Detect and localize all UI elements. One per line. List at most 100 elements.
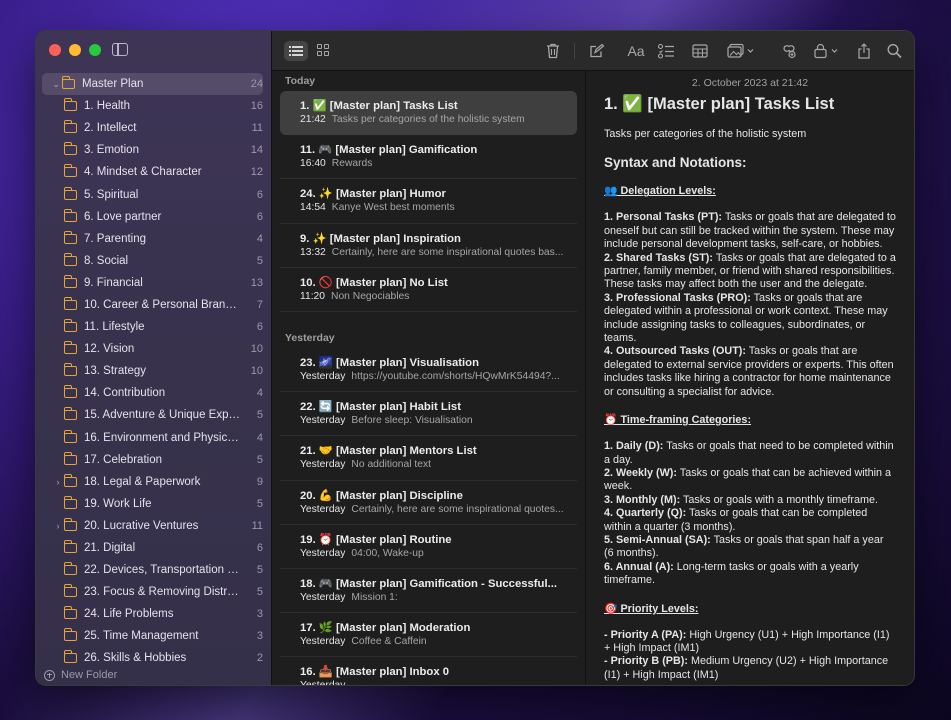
- sidebar-folder-item[interactable]: 14. Contribution 4: [42, 382, 263, 404]
- note-list-item[interactable]: 22. 🔄 [Master plan] Habit List Yesterday B…: [280, 392, 577, 437]
- note-list-item[interactable]: 11. 🎮 [Master plan] Gamification 16:40 Rew…: [280, 135, 577, 180]
- sidebar-folder-item[interactable]: 19. Work Life 5: [42, 493, 263, 515]
- note-item-time: Yesterday: [300, 459, 346, 471]
- note-list-item[interactable]: 18. 🎮 [Master plan] Gamification - Succe…: [280, 569, 577, 614]
- folder-icon: [63, 540, 77, 554]
- folder-icon: [63, 517, 77, 531]
- zoom-window-button[interactable]: [89, 44, 101, 56]
- sidebar-folder-item[interactable]: 15. Adventure & Unique Exper... 5: [42, 404, 263, 426]
- timeframe-item: 3. Monthly (M): Tasks or goals with a mo…: [604, 494, 896, 507]
- gallery-view-icon[interactable]: [317, 44, 329, 56]
- folder-count: 4: [256, 232, 263, 245]
- sidebar-folder-item[interactable]: 24. Life Problems 3: [42, 603, 263, 625]
- sidebar-folder-item[interactable]: 4. Mindset & Character 12: [42, 161, 263, 183]
- delegation-list: 1. Personal Tasks (PT): Tasks or goals t…: [604, 211, 896, 399]
- folder-icon: [63, 230, 77, 244]
- sidebar-folder-item[interactable]: 22. Devices, Transportation &... 5: [42, 559, 263, 581]
- media-icon[interactable]: [727, 42, 755, 60]
- folder-icon: [63, 164, 77, 178]
- folder-count: 4: [256, 431, 263, 444]
- folder-count: 11: [251, 519, 263, 532]
- note-list-item[interactable]: 21. 🤝 [Master plan] Mentors List Yesterda…: [280, 436, 577, 481]
- chevron-icon[interactable]: ⌄: [50, 79, 62, 90]
- timeframe-item: 5. Semi-Annual (SA): Tasks or goals that…: [604, 534, 896, 561]
- sidebar-folder-item[interactable]: 10. Career & Personal Branding 7: [42, 294, 263, 316]
- search-icon[interactable]: [887, 42, 902, 60]
- folder-count: 9: [256, 475, 263, 488]
- folder-count: 5: [256, 453, 263, 466]
- folder-icon: [63, 628, 77, 642]
- note-list-item[interactable]: 1. ✅ [Master plan] Tasks List 21:42 Tasks …: [280, 91, 577, 136]
- sidebar-folder-item[interactable]: 2. Intellect 11: [42, 117, 263, 139]
- sidebar-folder-item[interactable]: 8. Social 5: [42, 250, 263, 272]
- chevron-icon[interactable]: ›: [52, 477, 64, 487]
- sidebar-folder-item[interactable]: 25. Time Management 3: [42, 625, 263, 647]
- folder-name: 21. Digital: [84, 542, 136, 555]
- chevron-icon[interactable]: ›: [52, 521, 64, 531]
- note-list-item[interactable]: 20. 💪 [Master plan] Discipline Yesterday C…: [280, 481, 577, 525]
- folder-count: 5: [256, 564, 263, 577]
- sidebar-folder-item[interactable]: 6. Love partner 6: [42, 206, 263, 228]
- note-item-title: 21. 🤝 [Master plan] Mentors List: [300, 445, 477, 458]
- note-list-item[interactable]: 17. 🌿 [Master plan] Moderation Yesterday C…: [280, 613, 577, 658]
- sidebar-folder-item[interactable]: 23. Focus & Removing Distrac... 5: [42, 581, 263, 603]
- window-controls: [49, 44, 101, 56]
- note-list-item[interactable]: 10. 🚫 [Master plan] No List 11:20 Non Nego…: [280, 268, 577, 312]
- delegation-item-label: 2. Shared Tasks (ST):: [604, 251, 714, 264]
- timeframe-heading: ⏰ Time-framing Categories:: [604, 414, 752, 427]
- note-item-time: Yesterday: [300, 591, 346, 603]
- list-view-button[interactable]: [284, 41, 308, 61]
- sidebar-folder-item[interactable]: 3. Emotion 14: [42, 139, 263, 161]
- sidebar-folder-item[interactable]: 5. Spiritual 6: [42, 183, 263, 205]
- sidebar-toggle-icon[interactable]: [112, 43, 128, 56]
- compose-icon[interactable]: [589, 42, 604, 60]
- note-item-meta: Yesterday: [300, 680, 565, 685]
- note-editor[interactable]: 2. October 2023 at 21:42 1. ✅ [Master pl…: [586, 71, 914, 685]
- lock-icon[interactable]: [814, 42, 840, 60]
- folder-icon: [63, 186, 77, 200]
- minimize-window-button[interactable]: [69, 44, 81, 56]
- sidebar-folder-item[interactable]: 12. Vision 10: [42, 338, 263, 360]
- delegation-item: 3. Professional Tasks (PRO): Tasks or go…: [604, 292, 896, 346]
- sidebar-folder-item[interactable]: 16. Environment and Physical... 4: [42, 427, 263, 449]
- note-item-title: 1. ✅ [Master plan] Tasks List: [300, 100, 458, 112]
- collaborate-icon[interactable]: [780, 42, 797, 60]
- sidebar-folder-item[interactable]: › 18. Legal & Paperwork 9: [42, 471, 263, 493]
- folder-count: 6: [256, 542, 263, 555]
- folder-name: 3. Emotion: [84, 144, 139, 157]
- sidebar-folder-item[interactable]: 9. Financial 13: [42, 272, 263, 294]
- new-folder-button[interactable]: New Folder: [44, 669, 117, 681]
- plus-circle-icon: [44, 669, 55, 681]
- folder-count: 16: [250, 100, 263, 113]
- trash-icon[interactable]: [546, 42, 560, 60]
- note-list-item[interactable]: 19. ⏰ [Master plan] Routine Yesterday 04:0…: [280, 525, 577, 569]
- folder-count: 14: [250, 144, 263, 157]
- sidebar-folder-item[interactable]: 1. Health 16: [42, 95, 263, 117]
- sidebar-folder-item[interactable]: 26. Skills & Hobbies 2: [42, 647, 263, 669]
- folder-count: 3: [256, 608, 263, 621]
- note-item-meta: 16:40 Rewards: [300, 158, 565, 169]
- priority-list: - Priority A (PA): High Urgency (U1) + H…: [604, 629, 896, 683]
- sidebar-folder-item[interactable]: ⌄ Master Plan 24: [42, 73, 263, 96]
- note-item-title: 20. 💪 [Master plan] Discipline: [300, 489, 463, 502]
- sidebar-folder-item[interactable]: 11. Lifestyle 6: [42, 316, 263, 338]
- sidebar-folder-item[interactable]: 21. Digital 6: [42, 537, 263, 559]
- note-list-item[interactable]: 9. ✨ [Master plan] Inspiration 13:32 Certa…: [280, 224, 577, 268]
- folder-icon: [63, 407, 77, 421]
- folder-count: 13: [250, 276, 263, 289]
- sidebar-folder-item[interactable]: 13. Strategy 10: [42, 360, 263, 382]
- checklist-icon[interactable]: [658, 42, 674, 60]
- folder-count: 11: [251, 122, 263, 135]
- share-icon[interactable]: [857, 42, 871, 60]
- sidebar-folder-item[interactable]: › 20. Lucrative Ventures 11: [42, 515, 263, 537]
- note-list-item[interactable]: 24. ✨ [Master plan] Humor 14:54 Kanye West…: [280, 179, 577, 224]
- table-icon[interactable]: [692, 42, 708, 60]
- note-list-item[interactable]: 16. 📥 [Master plan] Inbox 0Yesterday: [280, 657, 577, 685]
- folder-name: 12. Vision: [84, 343, 135, 356]
- sidebar-folder-item[interactable]: 7. Parenting 4: [42, 228, 263, 250]
- note-item-meta: 11:20 Non Negociables: [300, 291, 565, 302]
- format-text-icon[interactable]: Aa: [626, 42, 646, 60]
- note-list-item[interactable]: 23. 🌌 [Master plan] Visualisation Yesterd…: [280, 348, 577, 393]
- close-window-button[interactable]: [49, 44, 61, 56]
- sidebar-folder-item[interactable]: 17. Celebration 5: [42, 449, 263, 471]
